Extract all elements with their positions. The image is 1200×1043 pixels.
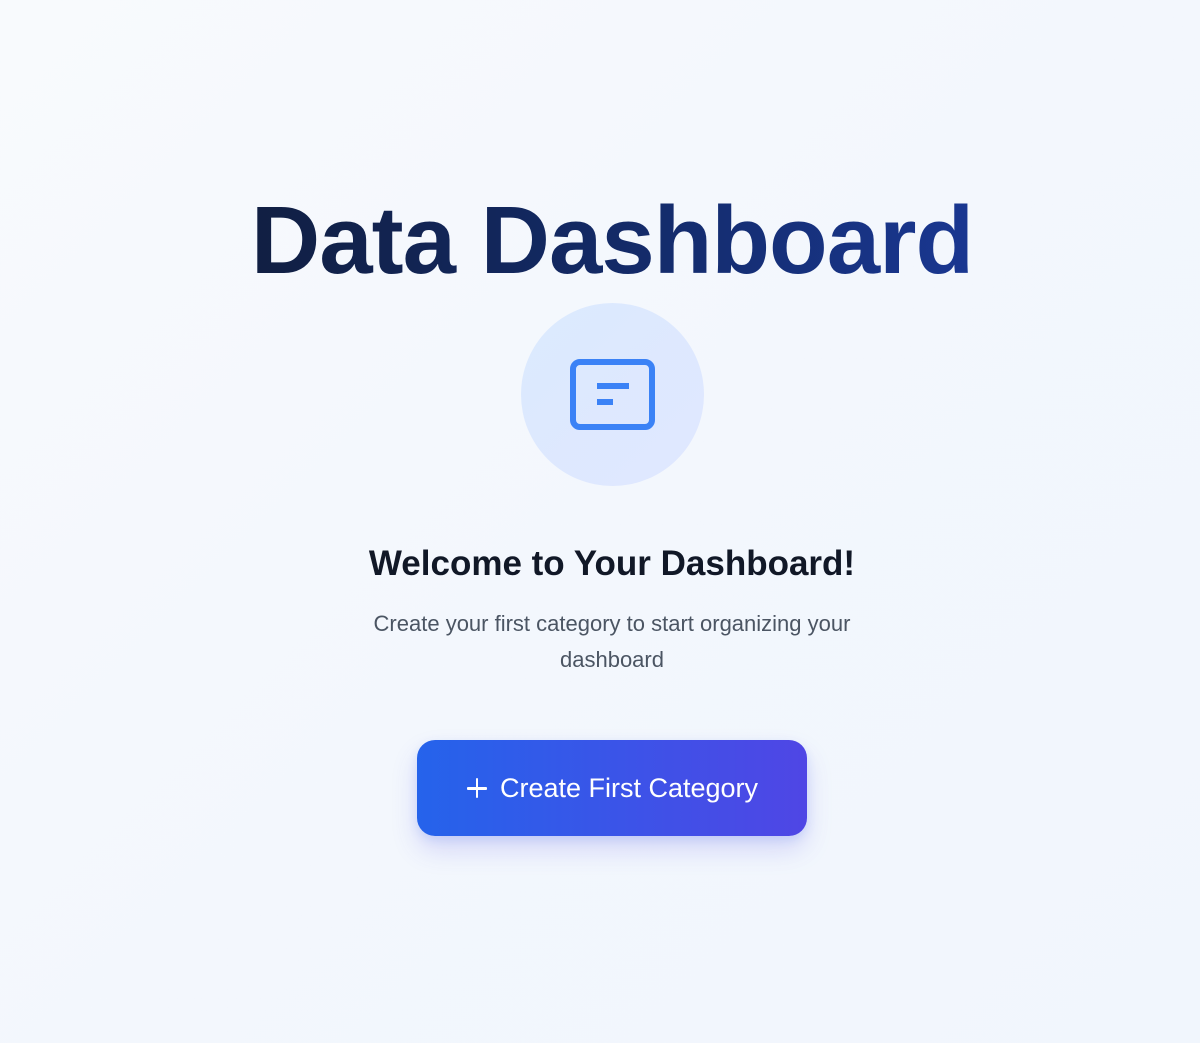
plus-icon xyxy=(466,777,488,799)
create-first-category-label: Create First Category xyxy=(499,772,759,803)
dashboard-page: Data Dashboard Welcome to Your Dashboard… xyxy=(0,0,1200,1043)
dashboard-card-icon xyxy=(570,359,655,430)
create-first-category-button[interactable]: Create First Category xyxy=(417,740,807,836)
empty-state-icon-circle xyxy=(521,303,704,486)
page-title: Data Dashboard xyxy=(0,188,1200,294)
welcome-subtitle: Create your first category to start orga… xyxy=(373,611,851,672)
welcome-heading: Welcome to Your Dashboard! xyxy=(368,544,856,583)
